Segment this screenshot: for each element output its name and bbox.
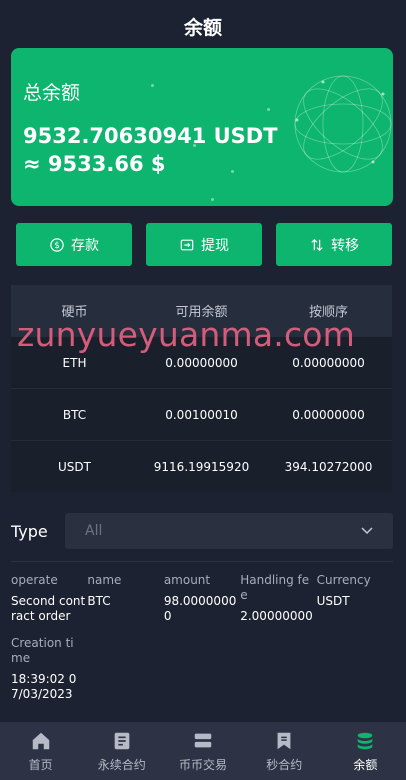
total-balance-label: 总余额: [23, 82, 81, 104]
dollar-circle-icon: $: [49, 237, 65, 253]
tab-balance[interactable]: 余额: [325, 722, 406, 780]
home-icon: [32, 732, 49, 749]
balance-table: 硬币 可用余额 按顺序 ETH 0.00000000 0.00000000 BT…: [11, 285, 392, 492]
tab-home[interactable]: 首页: [0, 722, 81, 780]
exchange-stack-icon: [194, 733, 212, 747]
balance-card: 总余额 9532.70630941 USDT ≈ 9533.66 $: [11, 48, 393, 206]
cell-coin: BTC: [62, 407, 87, 422]
record-amount: amount 98.00000000: [163, 573, 237, 623]
svg-text:$: $: [54, 241, 60, 251]
header-coin: 硬币: [61, 305, 88, 320]
cell-coin: USDT: [58, 459, 91, 474]
action-buttons: $ 存款 提现 转移: [16, 223, 392, 266]
record-fee: Handling fee 2.00000000: [240, 573, 313, 623]
record-currency: Currency USDT: [316, 573, 371, 608]
deposit-button[interactable]: $ 存款: [16, 223, 132, 266]
cell-available: 0.00000000: [165, 355, 238, 370]
page-title: 余额: [183, 16, 222, 39]
cell-available: 0.00100010: [165, 407, 238, 422]
cell-in-order: 0.00000000: [292, 355, 365, 370]
chevron-down-icon: [361, 527, 373, 535]
cell-in-order: 394.10272000: [284, 459, 373, 474]
record-operate: operate Second contract order: [11, 573, 86, 623]
coins-stack-icon: [358, 732, 373, 749]
withdraw-button[interactable]: 提现: [146, 223, 262, 266]
withdraw-label: 提现: [201, 237, 229, 254]
table-row: USDT 9116.19915920 394.10272000: [11, 440, 392, 492]
table-row: BTC 0.00100010 0.00000000: [11, 388, 392, 440]
total-balance-fiat: ≈ 9533.66 $: [23, 152, 166, 176]
transfer-button[interactable]: 转移: [276, 223, 392, 266]
withdraw-icon: [179, 237, 195, 253]
header-available: 可用余额: [175, 305, 228, 320]
header-in-order: 按顺序: [308, 305, 348, 320]
cell-in-order: 0.00000000: [292, 407, 365, 422]
cell-coin: ETH: [62, 355, 87, 370]
bookmark-icon: [277, 732, 291, 749]
tab-perpetual-contract[interactable]: 永续合约: [81, 722, 162, 780]
type-label: Type: [11, 521, 48, 541]
transfer-arrows-icon: [309, 237, 325, 253]
tab-second-contract[interactable]: 秒合约: [244, 722, 325, 780]
deposit-label: 存款: [71, 237, 99, 254]
table-row: ETH 0.00000000 0.00000000: [11, 336, 392, 388]
type-filter: Type All: [11, 512, 393, 550]
type-select[interactable]: All: [65, 513, 393, 549]
bottom-tab-bar: 首页 永续合约 币币交易 秒合约 余额: [0, 722, 406, 780]
globe-decoration-icon: [294, 75, 392, 173]
record-time: Creation time 18:39:02 07/03/2023: [11, 636, 77, 701]
divider: [11, 561, 393, 562]
total-balance-amount: 9532.70630941 USDT: [23, 124, 278, 148]
contract-book-icon: [114, 732, 130, 749]
transfer-label: 转移: [331, 237, 359, 254]
table-header: 硬币 可用余额 按顺序: [11, 285, 392, 336]
record-item: operate Second contract order name BTC a…: [11, 573, 393, 702]
type-select-value: All: [85, 523, 103, 539]
record-name: name BTC: [87, 573, 122, 608]
tab-spot-trading[interactable]: 币币交易: [162, 722, 243, 780]
app-header: 余额: [0, 0, 406, 52]
cell-available: 9116.19915920: [153, 459, 250, 474]
